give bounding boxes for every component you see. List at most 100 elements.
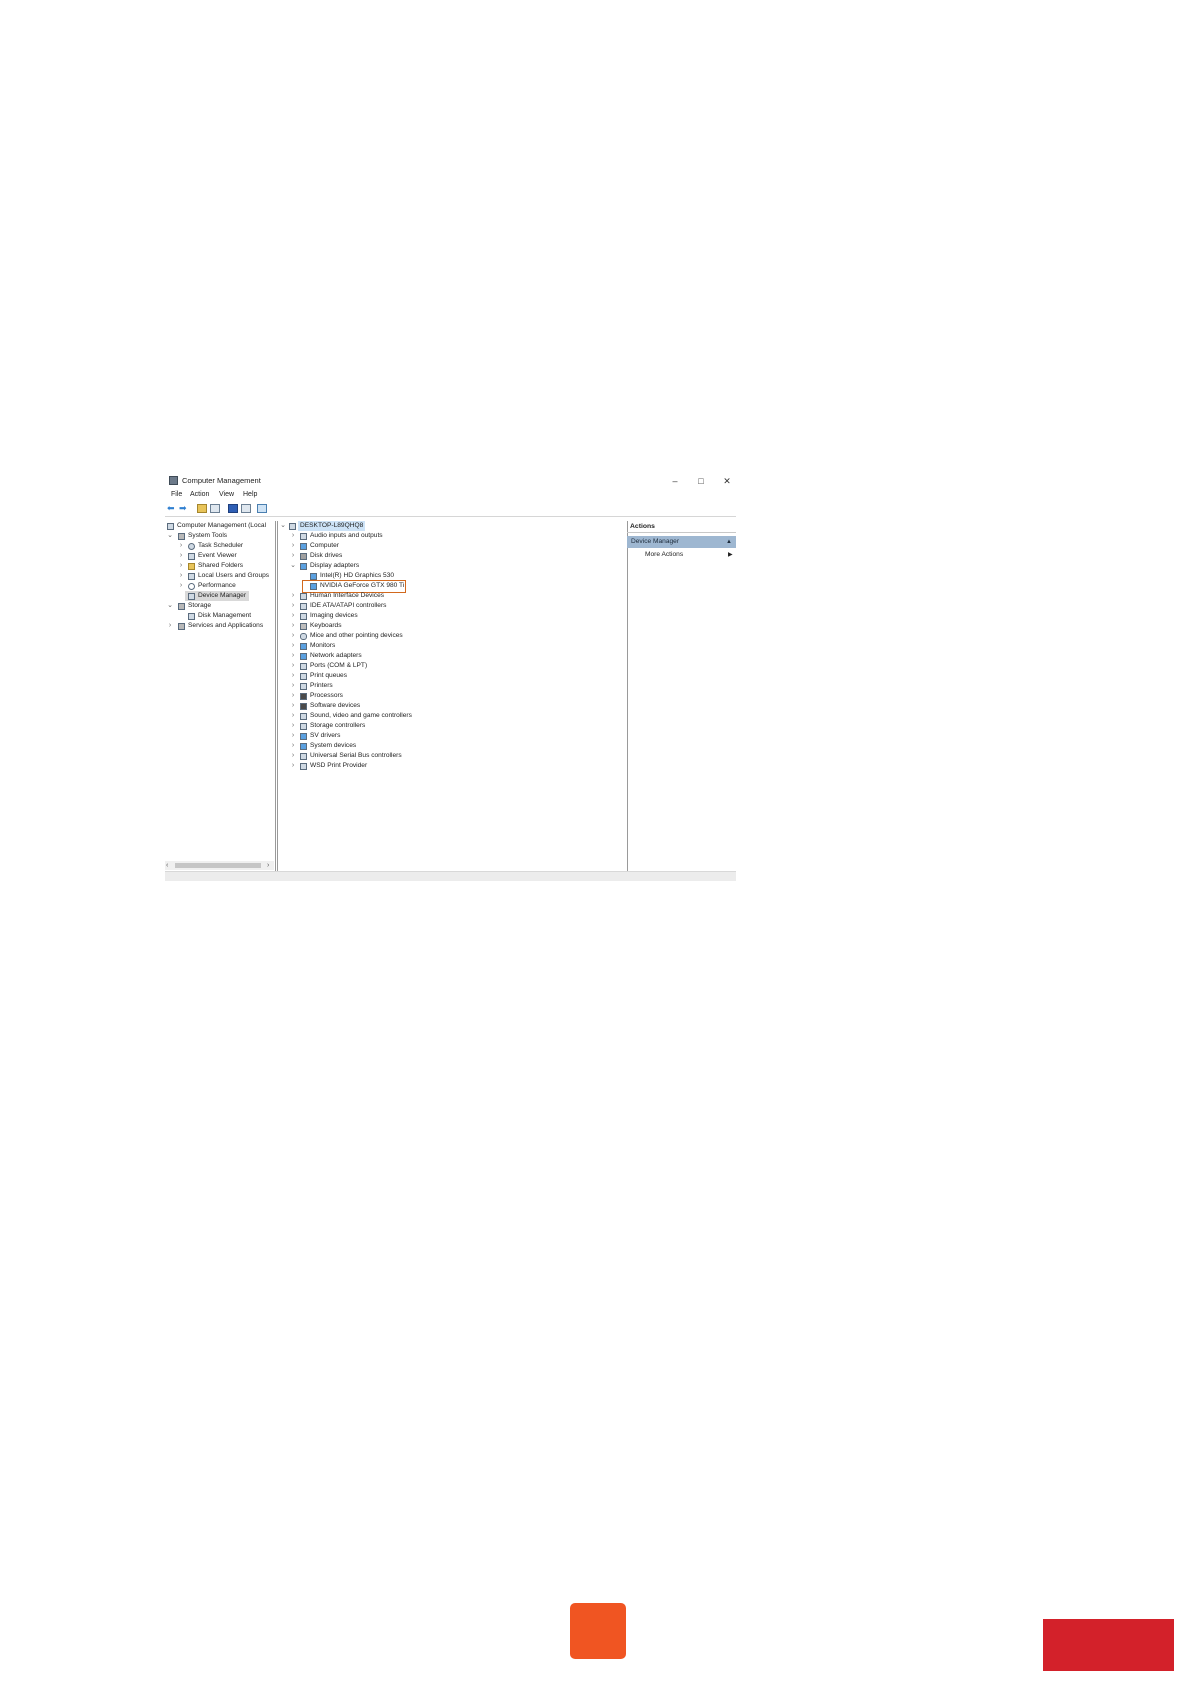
scrollbar-thumb[interactable] — [175, 863, 261, 868]
chevron-right-icon[interactable]: › — [290, 721, 296, 731]
performance-icon — [188, 583, 195, 590]
tree-item-label: Shared Folders — [198, 562, 244, 569]
tree-item-label: Task Scheduler — [198, 542, 244, 549]
properties-icon[interactable] — [241, 504, 251, 513]
software-device-icon — [300, 703, 307, 710]
chevron-right-icon[interactable]: › — [290, 591, 296, 601]
up-folder-icon[interactable] — [197, 504, 207, 513]
task-scheduler-icon — [188, 543, 195, 550]
chevron-right-icon[interactable]: › — [178, 551, 184, 561]
console-tree-pane: Computer Management (Local ⌄ System Tool… — [165, 521, 276, 871]
tree-item-label: Event Viewer — [198, 552, 237, 559]
forward-arrow-icon[interactable]: ➡ — [179, 504, 189, 513]
submenu-arrow-icon: ▶ — [728, 552, 733, 558]
chevron-down-icon[interactable]: ⌄ — [167, 601, 173, 611]
chevron-right-icon[interactable]: › — [178, 571, 184, 581]
device-category-label: Universal Serial Bus controllers — [310, 752, 402, 759]
device-category-label: Disk drives — [310, 552, 343, 559]
device-category-label: Ports (COM & LPT) — [310, 662, 368, 669]
tree-item-label: Services and Applications — [188, 622, 264, 629]
chevron-right-icon[interactable]: › — [178, 581, 184, 591]
network-adapter-icon — [300, 653, 307, 660]
window-title: Computer Management — [182, 476, 261, 485]
device-category-label: Human Interface Devices — [310, 592, 385, 599]
device-category-label: Audio inputs and outputs — [310, 532, 383, 539]
chevron-right-icon[interactable]: › — [290, 641, 296, 651]
disk-drive-icon — [300, 553, 307, 560]
chevron-right-icon[interactable]: › — [290, 741, 296, 751]
chevron-right-icon[interactable]: › — [290, 631, 296, 641]
tree-item-device-manager[interactable]: Device Manager — [185, 591, 249, 601]
port-icon — [300, 663, 307, 670]
device-category-label: Storage controllers — [310, 722, 366, 729]
usb-icon — [300, 753, 307, 760]
chevron-right-icon[interactable]: › — [290, 621, 296, 631]
device-category-label: Imaging devices — [310, 612, 358, 619]
printer-icon — [300, 683, 307, 690]
menu-file[interactable]: File — [171, 491, 182, 498]
help-icon[interactable] — [228, 504, 238, 513]
status-bar — [165, 871, 736, 881]
show-hide-tree-icon[interactable] — [210, 504, 220, 513]
close-button[interactable]: ✕ — [715, 474, 739, 488]
minimize-button[interactable]: – — [663, 474, 687, 488]
chevron-right-icon[interactable]: › — [290, 651, 296, 661]
device-manager-icon — [188, 593, 195, 600]
device-category-label: Processors — [310, 692, 343, 699]
computer-icon — [300, 543, 307, 550]
tree-item-label: System Tools — [188, 532, 228, 539]
chevron-right-icon[interactable]: › — [290, 711, 296, 721]
chevron-right-icon[interactable]: › — [178, 541, 184, 551]
device-category-label: Network adapters — [310, 652, 362, 659]
back-arrow-icon[interactable]: ⬅ — [167, 504, 177, 513]
device-category-label: Display adapters — [310, 562, 360, 569]
actions-header: Actions — [627, 523, 736, 533]
wsd-printer-icon — [300, 763, 307, 770]
red-footer-bar — [1043, 1619, 1174, 1671]
tree-item-label: Device Manager — [198, 592, 247, 599]
chevron-right-icon[interactable]: › — [290, 661, 296, 671]
chevron-right-icon[interactable]: › — [178, 561, 184, 571]
storage-icon — [178, 603, 185, 610]
chevron-right-icon[interactable]: › — [290, 601, 296, 611]
display-adapter-icon — [310, 573, 317, 580]
horizontal-scrollbar[interactable]: ‹ › — [165, 861, 274, 870]
monitor-icon[interactable] — [257, 504, 267, 513]
chevron-right-icon[interactable]: › — [290, 691, 296, 701]
chevron-down-icon[interactable]: ⌄ — [167, 531, 173, 541]
event-viewer-icon — [188, 553, 195, 560]
chevron-right-icon[interactable]: › — [290, 551, 296, 561]
camera-icon — [300, 613, 307, 620]
tree-item-label: Storage — [188, 602, 212, 609]
processor-icon — [300, 693, 307, 700]
device-category-label: Printers — [310, 682, 333, 689]
actions-pane: Actions Device Manager ▲ More Actions ▶ — [627, 521, 736, 871]
menu-action[interactable]: Action — [190, 491, 209, 498]
menu-view[interactable]: View — [219, 491, 234, 498]
chevron-right-icon[interactable]: › — [290, 731, 296, 741]
chevron-right-icon[interactable]: › — [290, 671, 296, 681]
chevron-right-icon[interactable]: › — [290, 751, 296, 761]
chevron-right-icon[interactable]: › — [290, 761, 296, 771]
actions-device-manager[interactable]: Device Manager ▲ — [627, 536, 736, 548]
chevron-right-icon[interactable]: › — [290, 611, 296, 621]
device-category-label: Monitors — [310, 642, 336, 649]
chevron-right-icon[interactable]: › — [167, 621, 173, 631]
mouse-icon — [300, 633, 307, 640]
chevron-down-icon[interactable]: ⌄ — [280, 521, 286, 531]
scroll-right-icon[interactable]: › — [267, 861, 269, 870]
orange-square-button[interactable] — [570, 1603, 626, 1659]
maximize-button[interactable]: □ — [689, 474, 713, 488]
more-actions-link[interactable]: More Actions — [645, 551, 683, 558]
collapse-up-icon[interactable]: ▲ — [726, 536, 732, 548]
scroll-left-icon[interactable]: ‹ — [166, 861, 168, 870]
computer-management-window: Computer Management – □ ✕ File Action Vi… — [165, 473, 739, 881]
chevron-right-icon[interactable]: › — [290, 541, 296, 551]
chevron-right-icon[interactable]: › — [290, 701, 296, 711]
chevron-right-icon[interactable]: › — [290, 531, 296, 541]
chevron-down-icon[interactable]: ⌄ — [290, 561, 296, 571]
chevron-right-icon[interactable]: › — [290, 681, 296, 691]
computer-icon — [289, 523, 296, 530]
menu-help[interactable]: Help — [243, 491, 257, 498]
device-category-label: Keyboards — [310, 622, 342, 629]
